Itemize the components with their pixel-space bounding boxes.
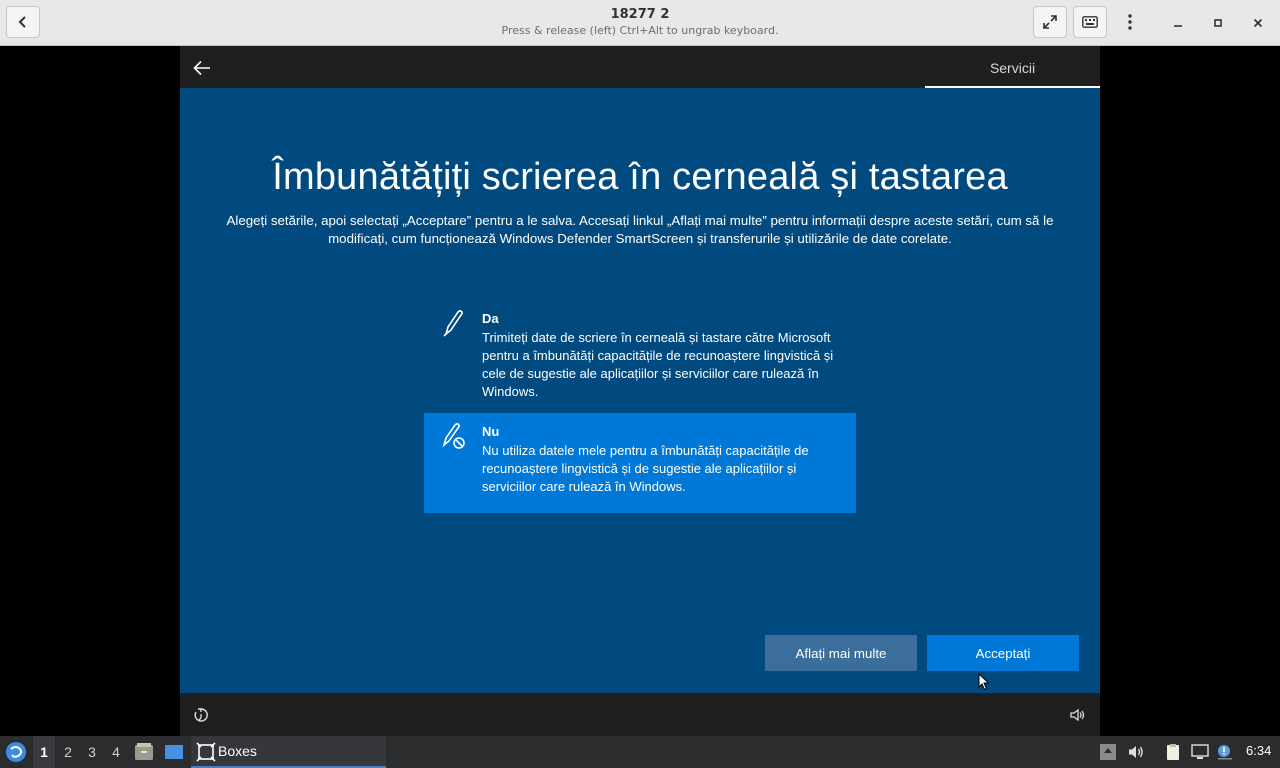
vm-display[interactable]: Servicii Îmbunătățiți scrierea în cernea… bbox=[180, 46, 1100, 736]
volume-icon[interactable] bbox=[1068, 706, 1086, 724]
taskbar-item-label: Boxes bbox=[218, 743, 257, 759]
boxes-app-icon bbox=[196, 742, 216, 762]
pen-icon bbox=[443, 310, 463, 337]
option-title: Nu bbox=[482, 424, 500, 439]
option-title: Da bbox=[482, 311, 499, 326]
workspace-4[interactable]: 4 bbox=[105, 736, 127, 768]
taskbar-item-boxes[interactable]: Boxes bbox=[191, 736, 386, 768]
option-description: Nu utiliza datele mele pentru a îmbunătă… bbox=[482, 443, 809, 494]
close-button[interactable] bbox=[1248, 13, 1268, 33]
clipboard-icon[interactable] bbox=[1164, 743, 1182, 761]
host-taskbar: 1 2 3 4 Boxes 6:34 bbox=[0, 736, 1280, 768]
learn-more-button[interactable]: Aflați mai multe bbox=[765, 635, 917, 671]
maximize-button[interactable] bbox=[1208, 13, 1228, 33]
minimize-button[interactable] bbox=[1168, 13, 1188, 33]
fullscreen-button[interactable] bbox=[1033, 6, 1067, 38]
start-menu-icon[interactable] bbox=[5, 741, 27, 763]
keyboard-button[interactable] bbox=[1073, 6, 1107, 38]
option-da[interactable]: Da Trimiteți date de scriere în cerneală… bbox=[424, 300, 856, 400]
ease-of-access-icon[interactable] bbox=[192, 706, 210, 724]
keyboard-icon bbox=[1082, 16, 1098, 28]
notification-icon[interactable] bbox=[1216, 743, 1234, 761]
workspace-1[interactable]: 1 bbox=[33, 736, 55, 768]
minimize-icon bbox=[1174, 25, 1182, 27]
maximize-icon bbox=[1214, 19, 1222, 27]
boxes-header-bar: 18277 2 Press & release (left) Ctrl+Alt … bbox=[0, 0, 1280, 46]
page-description: Alegeți setările, apoi selectați „Accept… bbox=[226, 213, 1054, 246]
upload-icon[interactable] bbox=[1099, 743, 1117, 761]
network-icon[interactable] bbox=[1191, 743, 1209, 761]
show-desktop-icon[interactable] bbox=[164, 742, 184, 762]
oobe-top-bar: Servicii bbox=[180, 46, 1100, 88]
arrow-left-icon bbox=[193, 60, 210, 76]
menu-button[interactable] bbox=[1113, 6, 1147, 38]
close-icon bbox=[1253, 18, 1263, 28]
more-vertical-icon bbox=[1128, 14, 1132, 30]
workspace-2[interactable]: 2 bbox=[57, 736, 79, 768]
mouse-cursor-icon bbox=[978, 673, 990, 691]
oobe-bottom-bar bbox=[180, 693, 1100, 736]
option-description: Trimiteți date de scriere în cerneală și… bbox=[482, 330, 834, 399]
tab-servicii: Servicii bbox=[925, 46, 1100, 88]
fullscreen-icon bbox=[1043, 15, 1057, 29]
clock: 6:34 bbox=[1246, 743, 1272, 758]
volume-tray-icon[interactable] bbox=[1127, 743, 1145, 761]
page-title: Îmbunătățiți scrierea în cerneală și tas… bbox=[272, 156, 1008, 198]
option-nu[interactable]: Nu Nu utiliza datele mele pentru a îmbun… bbox=[424, 413, 856, 513]
oobe-back-button[interactable] bbox=[190, 56, 214, 80]
workspace-3[interactable]: 3 bbox=[81, 736, 103, 768]
pen-blocked-icon bbox=[442, 423, 465, 449]
accept-button[interactable]: Acceptați bbox=[927, 635, 1079, 671]
file-manager-icon[interactable] bbox=[134, 742, 154, 762]
